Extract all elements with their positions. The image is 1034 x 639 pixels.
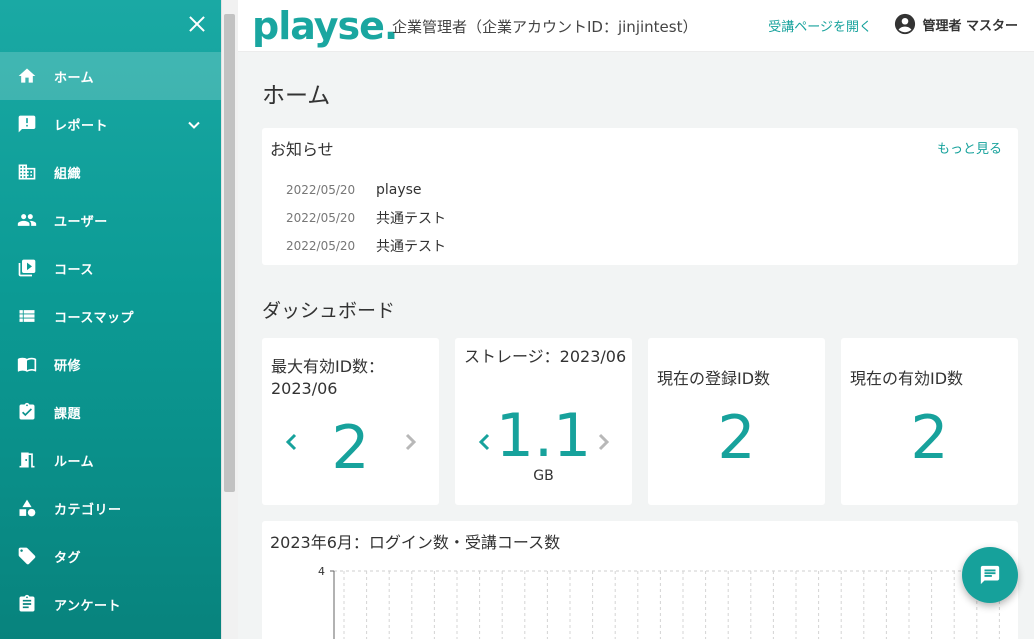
sidebar-item-label: アンケート	[54, 598, 121, 614]
chat-icon	[980, 565, 1000, 585]
stat-label: 現在の登録ID数	[657, 369, 771, 388]
sidebar-item-label: コースマップ	[54, 310, 134, 326]
list-icon	[16, 305, 38, 327]
header: playse. 企業管理者（企業アカウントID：jinjintest） 受講ペー…	[238, 0, 1034, 52]
stat-card-registered-ids: 現在の登録ID数 2	[648, 338, 825, 505]
sidebar-item-home[interactable]: ホーム	[0, 52, 221, 100]
sidebar-item-assignments[interactable]: 課題	[0, 388, 221, 436]
login-course-chart: 4	[318, 565, 1002, 639]
chevron-down-icon[interactable]	[187, 117, 201, 131]
chart-grid	[334, 570, 1002, 639]
chart-title: 2023年6月：ログイン数・受講コース数	[270, 533, 561, 552]
sidebar-item-label: タグ	[54, 550, 82, 566]
clipboard-icon	[16, 593, 38, 615]
play-library-icon	[16, 257, 38, 279]
sidebar-item-label: 課題	[54, 406, 82, 422]
account-name: 管理者 マスター	[922, 18, 1018, 34]
sidebar: ホーム レポート 組織 ユーザー コース コースマップ 研修 課題 ルーム カテ…	[0, 0, 221, 639]
stat-card-active-ids: 現在の有効ID数 2	[841, 338, 1018, 505]
sidebar-item-label: 組織	[54, 166, 82, 182]
stat-card-storage: ストレージ：2023/06 1.1 GB	[455, 338, 632, 505]
news-list: 2022/05/20 playse 2022/05/20 共通テスト 2022/…	[286, 176, 446, 260]
sidebar-item-label: ルーム	[54, 454, 95, 470]
stat-value: 2	[910, 403, 949, 473]
sidebar-item-surveys[interactable]: アンケート	[0, 580, 221, 628]
sidebar-item-label: レポート	[54, 118, 109, 134]
chevron-right-icon[interactable]	[404, 432, 418, 452]
chevron-right-icon[interactable]	[597, 432, 611, 452]
news-card: お知らせ もっと見る 2022/05/20 playse 2022/05/20 …	[262, 128, 1018, 265]
home-icon	[16, 65, 38, 87]
sidebar-item-report[interactable]: レポート	[0, 100, 221, 148]
sidebar-item-training[interactable]: 研修	[0, 340, 221, 388]
news-item[interactable]: 2022/05/20 共通テスト	[286, 232, 446, 260]
building-icon	[16, 161, 38, 183]
chat-button[interactable]	[962, 547, 1018, 603]
news-more-link[interactable]: もっと見る	[937, 138, 1002, 157]
sidebar-item-rooms[interactable]: ルーム	[0, 436, 221, 484]
stat-label: 現在の有効ID数	[850, 369, 964, 388]
chart-card: 2023年6月：ログイン数・受講コース数 4	[262, 521, 1018, 639]
tag-icon	[16, 545, 38, 567]
news-text: playse	[376, 182, 422, 198]
news-text: 共通テスト	[376, 211, 446, 227]
sidebar-nav: ホーム レポート 組織 ユーザー コース コースマップ 研修 課題 ルーム カテ…	[0, 52, 221, 628]
dashboard-title: ダッシュボード	[262, 300, 396, 322]
main-content: ホーム お知らせ もっと見る 2022/05/20 playse 2022/05…	[238, 52, 1034, 639]
close-icon[interactable]	[187, 14, 207, 34]
sidebar-item-categories[interactable]: カテゴリー	[0, 484, 221, 532]
sidebar-item-label: ユーザー	[54, 214, 108, 230]
account-circle-icon	[895, 13, 916, 35]
open-learner-page-link[interactable]: 受講ページを開く	[768, 16, 872, 35]
news-date: 2022/05/20	[286, 239, 356, 253]
sidebar-item-organization[interactable]: 組織	[0, 148, 221, 196]
stat-label: 最大有効ID数：2023/06	[271, 357, 385, 398]
news-item[interactable]: 2022/05/20 playse	[286, 176, 446, 204]
users-icon	[16, 209, 38, 231]
sidebar-item-tags[interactable]: タグ	[0, 532, 221, 580]
door-icon	[16, 449, 38, 471]
shapes-icon	[16, 497, 38, 519]
book-icon	[16, 353, 38, 375]
sidebar-item-users[interactable]: ユーザー	[0, 196, 221, 244]
news-title: お知らせ	[270, 140, 334, 159]
company-title: 企業管理者（企業アカウントID：jinjintest）	[392, 18, 698, 36]
stat-unit: GB	[533, 468, 554, 484]
sidebar-item-label: カテゴリー	[54, 502, 122, 518]
logo[interactable]: playse.	[252, 4, 398, 48]
assignment-icon	[16, 401, 38, 423]
news-date: 2022/05/20	[286, 183, 356, 197]
stat-label: ストレージ：2023/06	[464, 347, 627, 366]
news-item[interactable]: 2022/05/20 共通テスト	[286, 204, 446, 232]
sidebar-item-courses[interactable]: コース	[0, 244, 221, 292]
sidebar-item-course-map[interactable]: コースマップ	[0, 292, 221, 340]
report-icon	[16, 113, 38, 135]
sidebar-item-label: ホーム	[54, 70, 95, 86]
sidebar-item-label: コース	[54, 262, 94, 278]
news-text: 共通テスト	[376, 239, 446, 255]
page-title: ホーム	[262, 83, 331, 109]
scrollbar-thumb[interactable]	[224, 14, 235, 492]
news-date: 2022/05/20	[286, 211, 356, 225]
account-menu[interactable]: 管理者 マスター	[894, 13, 1018, 35]
stat-value: 2	[717, 403, 756, 473]
sidebar-item-label: 研修	[54, 358, 82, 374]
y-tick-label: 4	[318, 565, 325, 578]
stat-card-max-ids: 最大有効ID数：2023/06 2	[262, 338, 439, 505]
